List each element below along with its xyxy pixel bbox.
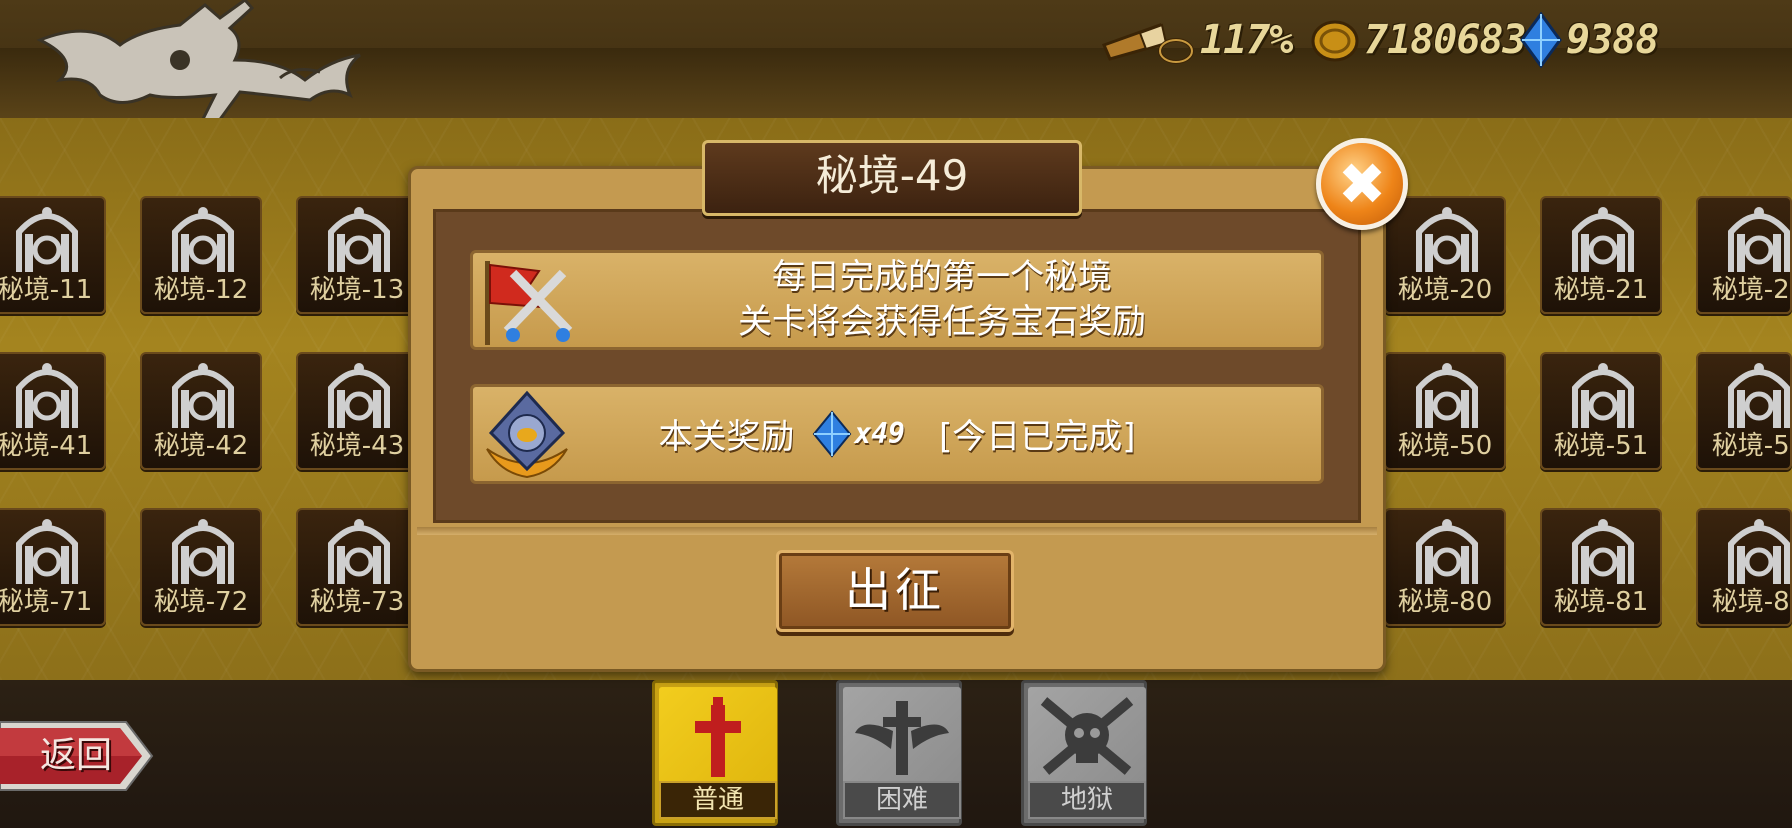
dialog-divider [417,527,1377,535]
portal-arch-icon [16,519,78,584]
realm-tile-label: 秘境-13 [309,275,405,305]
realm-tile[interactable]: 秘境-50 [1384,352,1506,470]
sword-icon [695,697,741,777]
realm-tile-label: 秘境-82 [1711,587,1790,617]
portal-arch-icon [172,207,234,272]
realm-tile-label: 秘境-72 [153,587,249,617]
portal-arch-icon [172,519,234,584]
reward-line: 本关奖励 x49 [今日已完成] [473,409,1321,458]
realm-tile-label: 秘境-51 [1553,431,1649,461]
portal-arch-icon [16,363,78,428]
mode-label: 地狱 [1028,781,1146,819]
scope-value: 117% [1200,17,1293,63]
gem-resource: 9388 [1520,10,1659,70]
gem-value: 9388 [1566,17,1659,63]
blue-gem-icon [813,409,852,458]
mode-label: 普通 [659,781,777,819]
realm-tile-label: 秘境-42 [153,431,249,461]
reward-label: 本关奖励 [658,417,795,457]
realm-tile[interactable]: 秘境-51 [1540,352,1662,470]
portal-arch-icon [1416,519,1478,584]
realm-tile[interactable]: 秘境-73 [296,508,418,626]
realm-tile-label: 秘境-81 [1553,587,1649,617]
back-button-label: 返回 [40,735,113,776]
realm-tile-label: 秘境-71 [0,587,93,617]
mode-art [1028,687,1146,787]
portal-arch-icon [1572,363,1634,428]
daily-bonus-line2: 关卡将会获得任务宝石奖励 [738,302,1146,342]
portal-arch-icon [1728,207,1790,272]
mode-normal-tab[interactable]: 普通 [652,680,778,826]
gold-value: 7180683 [1364,17,1527,63]
spyglass-icon [1101,23,1194,64]
daily-bonus-line1: 每日完成的第一个秘境 [772,257,1112,297]
realm-tile[interactable]: 秘境-52 [1696,352,1792,470]
realm-tile[interactable]: 秘境-13 [296,196,418,314]
portal-arch-icon [328,207,390,272]
mode-art [659,687,777,787]
stage-reward-info: 本关奖励 x49 [今日已完成] [470,384,1324,484]
skull-crossed-swords-icon [1040,697,1134,775]
mode-hard-tab[interactable]: 困难 [836,680,962,826]
close-button[interactable]: ✖ [1316,138,1408,230]
realm-tile[interactable]: 秘境-42 [140,352,262,470]
portal-arch-icon [1416,363,1478,428]
daily-bonus-text: 每日完成的第一个秘境 关卡将会获得任务宝石奖励 [573,255,1311,345]
realm-tile[interactable]: 秘境-11 [0,196,106,314]
flag-crossed-swords-icon [485,261,573,345]
portal-arch-icon [1728,363,1790,428]
close-icon: ✖ [1337,150,1387,218]
portal-arch-icon [16,207,78,272]
mode-hell-tab[interactable]: 地狱 [1021,680,1147,826]
daily-bonus-info: 每日完成的第一个秘境 关卡将会获得任务宝石奖励 [470,250,1324,350]
back-button[interactable]: 返回 [0,716,154,796]
realm-tile[interactable]: 秘境-22 [1696,196,1792,314]
dialog-title: 秘境-49 [702,140,1082,216]
mode-art [843,687,961,787]
realm-tile[interactable]: 秘境-71 [0,508,106,626]
realm-tile-label: 秘境-43 [309,431,405,461]
winged-sword-icon [855,701,949,775]
realm-tile-label: 秘境-22 [1711,275,1790,305]
realm-tile[interactable]: 秘境-21 [1540,196,1662,314]
completion-status: [今日已完成] [939,417,1136,457]
realm-tile[interactable]: 秘境-82 [1696,508,1792,626]
realm-tile-label: 秘境-12 [153,275,249,305]
realm-tile[interactable]: 秘境-72 [140,508,262,626]
portal-arch-icon [328,519,390,584]
portal-arch-icon [172,363,234,428]
blue-gem-icon [1520,12,1562,68]
portal-arch-icon [328,363,390,428]
realm-tile[interactable]: 秘境-80 [1384,508,1506,626]
realm-tile-label: 秘境-52 [1711,431,1790,461]
realm-tile[interactable]: 秘境-81 [1540,508,1662,626]
portal-arch-icon [1572,519,1634,584]
scope-resource: 117% [1100,10,1293,70]
realm-tile-label: 秘境-50 [1397,431,1493,461]
portal-arch-icon [1572,207,1634,272]
realm-tile-label: 秘境-73 [309,587,405,617]
gold-coin-icon [1311,20,1359,62]
gold-resource: 7180683 [1310,10,1527,70]
realm-tile-label: 秘境-80 [1397,587,1493,617]
realm-tile[interactable]: 秘境-12 [140,196,262,314]
portal-arch-icon [1416,207,1478,272]
realm-tile-label: 秘境-20 [1397,275,1493,305]
depart-button[interactable]: 出征 [776,550,1014,632]
realm-tile-label: 秘境-41 [0,431,93,461]
realm-tile-label: 秘境-11 [0,275,93,305]
mode-label: 困难 [843,781,961,819]
realm-tile-label: 秘境-21 [1553,275,1649,305]
realm-tile[interactable]: 秘境-43 [296,352,418,470]
realm-tile[interactable]: 秘境-41 [0,352,106,470]
reward-quantity: x49 [854,417,906,450]
portal-arch-icon [1728,519,1790,584]
